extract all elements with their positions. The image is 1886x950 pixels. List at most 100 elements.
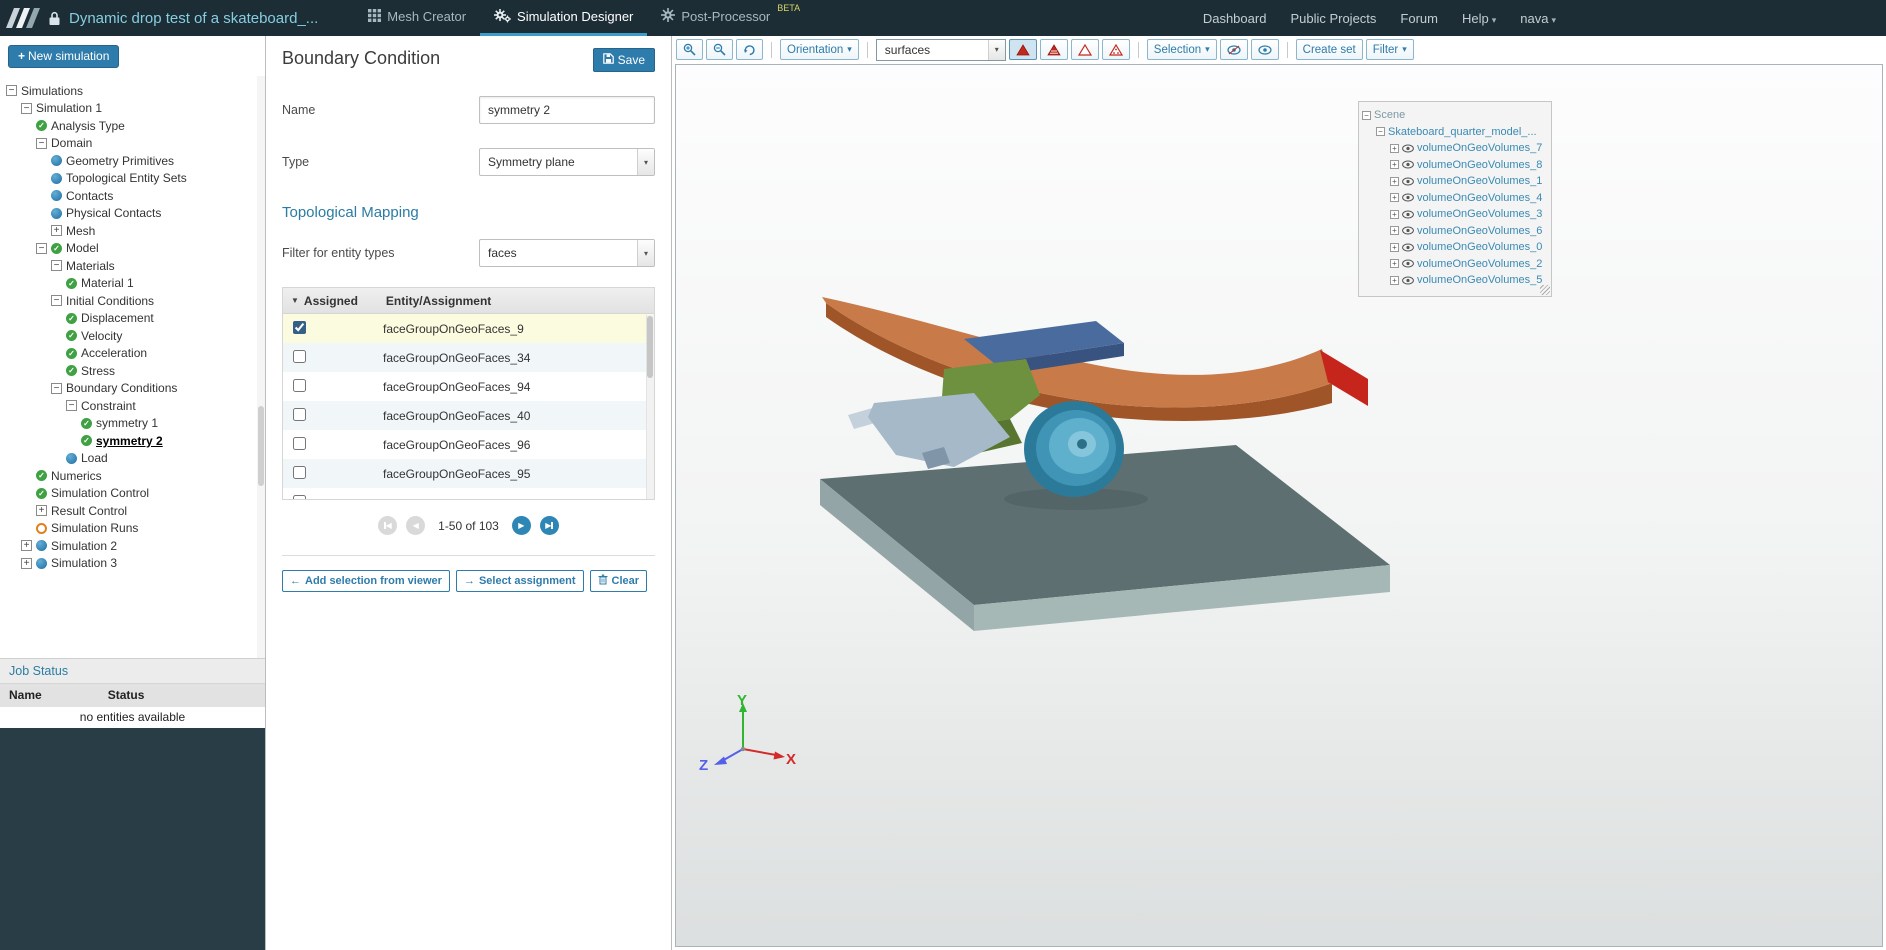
tree-item-material-1[interactable]: ✓ Material 1 bbox=[0, 275, 265, 293]
collapse-icon[interactable]: − bbox=[36, 137, 47, 149]
assignment-table-header[interactable]: ▼ Assigned Entity/Assignment bbox=[283, 288, 654, 314]
assignment-row[interactable]: faceGroupOnGeoFaces_34 bbox=[283, 343, 654, 372]
display-mode-select[interactable]: surfaces ▾ bbox=[875, 38, 1006, 61]
expand-icon[interactable]: + bbox=[1390, 209, 1399, 219]
assignment-checkbox[interactable] bbox=[293, 349, 306, 363]
scene-volume-item[interactable]: + volumeOnGeoVolumes_2 bbox=[1362, 256, 1548, 273]
collapse-icon[interactable]: − bbox=[1376, 127, 1385, 137]
scene-volume-item[interactable]: + volumeOnGeoVolumes_1 bbox=[1362, 173, 1548, 190]
scene-volume-item[interactable]: + volumeOnGeoVolumes_7 bbox=[1362, 140, 1548, 157]
tree-item-mesh[interactable]: + Mesh bbox=[0, 222, 265, 240]
assignment-row-partial[interactable] bbox=[283, 488, 654, 499]
tree-item-materials[interactable]: − Materials bbox=[0, 257, 265, 275]
tree-item-symmetry-2[interactable]: ✓ symmetry 2 bbox=[0, 432, 265, 450]
tree-item-constraint[interactable]: − Constraint bbox=[0, 397, 265, 415]
top-link-forum[interactable]: Forum bbox=[1400, 11, 1438, 26]
refresh-view-button[interactable] bbox=[736, 39, 763, 60]
scene-volume-item[interactable]: + volumeOnGeoVolumes_4 bbox=[1362, 190, 1548, 207]
simscale-logo[interactable] bbox=[0, 0, 46, 36]
tree-item-initial-conditions[interactable]: − Initial Conditions bbox=[0, 292, 265, 310]
eye-icon[interactable] bbox=[1402, 259, 1414, 268]
zoom-fit-button[interactable] bbox=[706, 39, 733, 60]
zoom-in-button[interactable] bbox=[676, 39, 703, 60]
expand-icon[interactable]: + bbox=[51, 225, 62, 237]
sidebar-scrollbar[interactable] bbox=[257, 76, 265, 658]
eye-icon[interactable] bbox=[1402, 226, 1414, 235]
collapse-icon[interactable]: − bbox=[66, 400, 77, 412]
assignment-checkbox[interactable] bbox=[293, 407, 306, 421]
eye-icon[interactable] bbox=[1402, 160, 1414, 169]
last-page-button[interactable]: ▶ bbox=[539, 516, 559, 535]
tree-item-contacts[interactable]: Contacts bbox=[0, 187, 265, 205]
expand-icon[interactable]: + bbox=[1390, 160, 1399, 170]
entity-type-filter-select[interactable]: faces ▾ bbox=[479, 239, 655, 267]
viewer-canvas[interactable]: − Scene − Skateboard_quarter_model_... +… bbox=[675, 64, 1883, 947]
render-mode-wireframe-button[interactable] bbox=[1070, 39, 1099, 60]
new-simulation-button[interactable]: + New simulation bbox=[8, 45, 120, 68]
collapse-icon[interactable]: − bbox=[1362, 110, 1371, 120]
tree-item-load[interactable]: Load bbox=[0, 450, 265, 468]
type-select[interactable]: Symmetry plane ▾ bbox=[479, 148, 655, 176]
top-link-help[interactable]: Help ▾ bbox=[1462, 11, 1496, 26]
tree-item-simulation-3[interactable]: + Simulation 3 bbox=[0, 555, 265, 573]
expand-icon[interactable]: + bbox=[36, 505, 47, 517]
top-link-dashboard[interactable]: Dashboard bbox=[1203, 11, 1267, 26]
collapse-icon[interactable]: − bbox=[51, 295, 62, 307]
eye-icon[interactable] bbox=[1402, 276, 1414, 285]
expand-icon[interactable]: + bbox=[1390, 275, 1399, 285]
next-page-button[interactable]: ▶ bbox=[511, 516, 531, 535]
eye-icon[interactable] bbox=[1402, 144, 1414, 153]
tree-item-symmetry-1[interactable]: ✓ symmetry 1 bbox=[0, 415, 265, 433]
tree-item-simulations[interactable]: − Simulations bbox=[0, 82, 265, 100]
sidebar-scrollbar-thumb[interactable] bbox=[258, 406, 264, 486]
tree-item-acceleration[interactable]: ✓ Acceleration bbox=[0, 345, 265, 363]
expand-icon[interactable]: + bbox=[1390, 242, 1399, 252]
expand-icon[interactable]: + bbox=[1390, 176, 1399, 186]
orientation-dropdown[interactable]: Orientation ▾ bbox=[780, 39, 859, 60]
scene-volume-item[interactable]: + volumeOnGeoVolumes_5 bbox=[1362, 272, 1548, 289]
collapse-icon[interactable]: − bbox=[51, 382, 62, 394]
create-set-button[interactable]: Create set bbox=[1295, 39, 1363, 60]
name-input[interactable] bbox=[479, 96, 655, 124]
first-page-button[interactable]: ◀ bbox=[378, 516, 398, 535]
tree-item-geometry-primitives[interactable]: Geometry Primitives bbox=[0, 152, 265, 170]
tree-item-numerics[interactable]: ✓ Numerics bbox=[0, 467, 265, 485]
tree-item-velocity[interactable]: ✓ Velocity bbox=[0, 327, 265, 345]
assignment-checkbox[interactable] bbox=[293, 320, 306, 334]
assignment-checkbox[interactable] bbox=[293, 378, 306, 392]
tab-post-processor[interactable]: Post-Processor BETA bbox=[647, 0, 814, 36]
assignment-table-scrollbar[interactable] bbox=[646, 315, 654, 499]
clear-button[interactable]: Clear bbox=[589, 570, 648, 592]
expand-icon[interactable]: + bbox=[1390, 143, 1399, 153]
tab-mesh-creator[interactable]: Mesh Creator bbox=[354, 0, 480, 36]
tree-item-analysis-type[interactable]: ✓ Analysis Type bbox=[0, 117, 265, 135]
previous-page-button[interactable]: ◀ bbox=[406, 516, 426, 535]
tree-item-simulation-2[interactable]: + Simulation 2 bbox=[0, 537, 265, 555]
assignment-checkbox[interactable] bbox=[293, 465, 306, 479]
expand-icon[interactable]: + bbox=[21, 557, 32, 569]
entity-column-header[interactable]: Entity/Assignment bbox=[386, 294, 654, 308]
assignment-row[interactable]: faceGroupOnGeoFaces_96 bbox=[283, 430, 654, 459]
resize-grip[interactable] bbox=[1540, 284, 1550, 295]
assignment-row[interactable]: faceGroupOnGeoFaces_94 bbox=[283, 372, 654, 401]
show-all-button[interactable] bbox=[1250, 39, 1279, 60]
eye-icon[interactable] bbox=[1402, 210, 1414, 219]
assignment-row[interactable]: faceGroupOnGeoFaces_40 bbox=[283, 401, 654, 430]
assignment-table-scrollbar-thumb[interactable] bbox=[647, 316, 653, 378]
scene-volume-item[interactable]: + volumeOnGeoVolumes_8 bbox=[1362, 157, 1548, 174]
expand-icon[interactable]: + bbox=[1390, 226, 1399, 236]
hide-selection-button[interactable] bbox=[1219, 39, 1248, 60]
tree-item-topological-entity-sets[interactable]: Topological Entity Sets bbox=[0, 170, 265, 188]
assignment-checkbox[interactable] bbox=[293, 436, 306, 450]
tree-item-simulation-control[interactable]: ✓ Simulation Control bbox=[0, 485, 265, 503]
top-link-nava[interactable]: nava ▾ bbox=[1520, 11, 1556, 26]
eye-icon[interactable] bbox=[1402, 177, 1414, 186]
render-mode-surface-edges-button[interactable] bbox=[1039, 39, 1068, 60]
collapse-icon[interactable]: − bbox=[51, 260, 62, 272]
render-mode-surface-button[interactable] bbox=[1008, 39, 1037, 60]
assigned-column-header[interactable]: Assigned bbox=[304, 294, 386, 308]
skateboard-3d-model[interactable] bbox=[676, 65, 1882, 946]
add-selection-from-viewer-button[interactable]: ← Add selection from viewer bbox=[282, 570, 450, 592]
save-button[interactable]: Save bbox=[592, 48, 655, 72]
tree-item-simulation-1[interactable]: − Simulation 1 bbox=[0, 100, 265, 118]
